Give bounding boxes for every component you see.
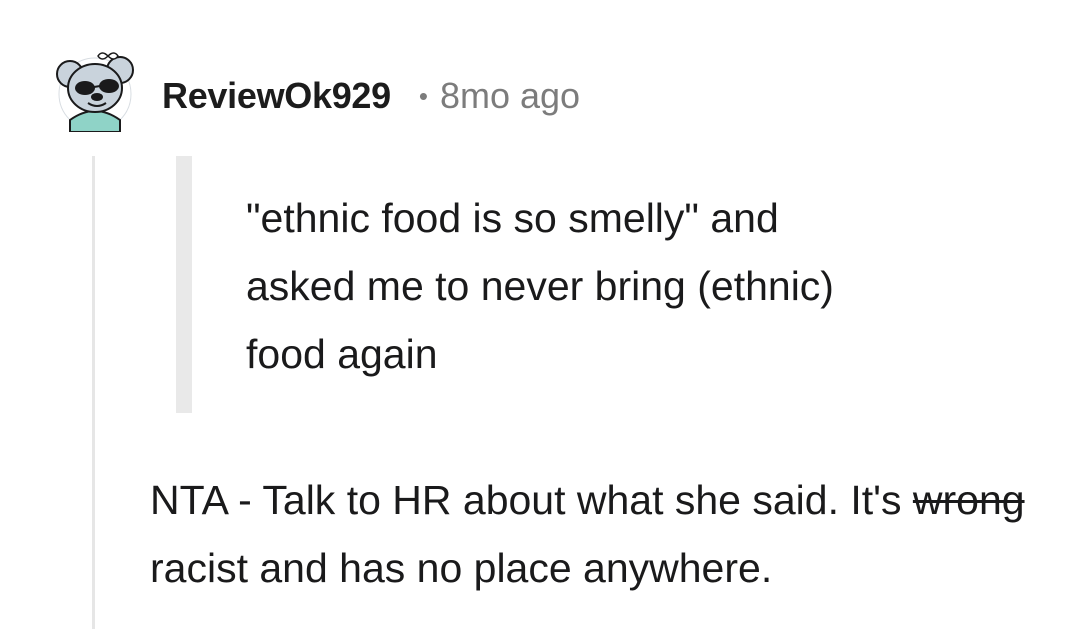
quote-line: asked me to never bring (ethnic) xyxy=(246,263,834,309)
comment-body-prefix: NTA - Talk to HR about what she said. It… xyxy=(150,477,913,523)
meta-separator: • xyxy=(418,80,428,111)
comment-body: NTA - Talk to HR about what she said. It… xyxy=(150,466,1060,602)
blockquote-text: "ethnic food is so smelly" and asked me … xyxy=(246,184,966,388)
thread-collapse-line[interactable] xyxy=(92,156,95,629)
comment-timestamp[interactable]: 8mo ago xyxy=(440,75,580,117)
quote-line: "ethnic food is so smelly" and xyxy=(246,195,779,241)
quote-line: food again xyxy=(246,331,438,377)
comment-header: ReviewOk929 • 8mo ago xyxy=(162,74,580,118)
blockquote-bar xyxy=(176,156,192,413)
koala-sunglasses-avatar-icon xyxy=(56,52,134,133)
username-link[interactable]: ReviewOk929 xyxy=(162,75,391,117)
user-avatar[interactable] xyxy=(56,50,134,133)
comment-body-suffix: racist and has no place anywhere. xyxy=(150,545,773,591)
strikethrough-word: wrong xyxy=(912,477,1025,523)
